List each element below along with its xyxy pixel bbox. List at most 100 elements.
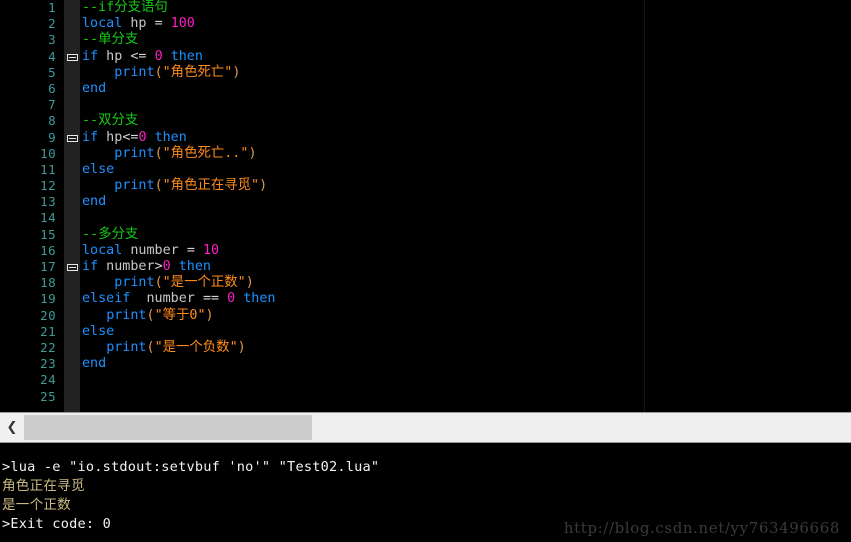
- code-line[interactable]: 22 print("是一个负数"): [0, 339, 644, 357]
- code-line[interactable]: 10 print("角色死亡.."): [0, 145, 644, 162]
- watermark-text: http://blog.csdn.net/yy763496668: [563, 519, 840, 537]
- code-line[interactable]: 1 --if分支语句: [0, 0, 644, 17]
- code-line[interactable]: 11 else: [0, 161, 644, 179]
- line-number: 7: [0, 97, 56, 114]
- code-token: "角色死亡..": [162, 145, 249, 161]
- code-token: hp: [98, 48, 131, 64]
- code-token: (: [146, 307, 155, 323]
- code-token: >: [154, 259, 163, 274]
- code-line[interactable]: 13 end: [0, 194, 644, 211]
- code-token: --单分支: [82, 32, 139, 48]
- code-token: 0: [227, 291, 236, 307]
- fold-column-cell: [64, 226, 80, 243]
- line-number: 22: [0, 339, 56, 357]
- scroll-left-arrow-icon[interactable]: ❮: [0, 413, 24, 442]
- code-line[interactable]: 19 elseif number == 0 then: [0, 291, 644, 308]
- scrollbar-thumb[interactable]: [24, 415, 312, 440]
- code-token: =: [186, 242, 203, 258]
- code-line[interactable]: 20 print("等于0"): [0, 307, 644, 324]
- line-number: 24: [0, 372, 56, 389]
- line-number: 12: [0, 178, 56, 195]
- fold-column-cell: [64, 372, 80, 389]
- fold-column-cell: [64, 194, 80, 211]
- code-line[interactable]: 16 local number = 10: [0, 242, 644, 259]
- code-line-text: print("角色死亡"): [82, 65, 240, 81]
- code-token: "角色死亡": [162, 64, 233, 80]
- fold-column-cell[interactable]: [64, 259, 80, 276]
- console-command-line: >lua -e "io.stdout:setvbuf 'no'" "Test02…: [2, 459, 380, 475]
- code-token: then: [170, 48, 203, 64]
- code-editor-surface[interactable]: 1 --if分支语句 2 local hp = 100 3 --单分支 4 if hp <= …: [0, 0, 645, 412]
- fold-collapse-icon[interactable]: [67, 264, 78, 271]
- code-token: number: [130, 291, 203, 307]
- code-line[interactable]: 8 --双分支: [0, 113, 644, 130]
- code-token: --if分支语句: [82, 0, 168, 15]
- code-line[interactable]: 6 end: [0, 80, 644, 98]
- fold-column-cell: [64, 16, 80, 33]
- code-editor-pane[interactable]: 1 --if分支语句 2 local hp = 100 3 --单分支 4 if hp <= …: [0, 0, 851, 412]
- line-number: 23: [0, 356, 56, 373]
- code-line[interactable]: 17 if number>0 then: [0, 259, 644, 276]
- line-number: 18: [0, 275, 56, 292]
- code-token: ): [245, 275, 254, 291]
- code-line-text: local hp = 100: [82, 16, 195, 32]
- code-token: hp: [122, 16, 155, 32]
- line-number: 3: [0, 32, 56, 49]
- line-number: 14: [0, 210, 56, 227]
- code-token: (: [154, 275, 163, 291]
- fold-collapse-icon[interactable]: [67, 53, 78, 61]
- code-line[interactable]: 7: [0, 97, 644, 114]
- fold-column-cell: [64, 388, 80, 405]
- output-console-pane[interactable]: >lua -e "io.stdout:setvbuf 'no'" "Test02…: [0, 443, 851, 542]
- code-line[interactable]: 12 print("角色正在寻觅"): [0, 178, 644, 195]
- code-token: =: [154, 16, 171, 32]
- code-token: then: [154, 129, 187, 145]
- code-token: if: [82, 48, 99, 64]
- code-line[interactable]: 14: [0, 210, 644, 227]
- code-token: 0: [162, 259, 171, 274]
- code-token: number: [122, 242, 187, 258]
- code-token: ==: [202, 291, 228, 307]
- code-token: number: [98, 259, 155, 274]
- horizontal-scrollbar[interactable]: ❮: [0, 412, 851, 443]
- fold-column-cell: [64, 307, 80, 324]
- code-token: (: [154, 64, 163, 80]
- code-line[interactable]: 24: [0, 372, 644, 389]
- code-token: "等于0": [154, 307, 206, 323]
- fold-column-cell: [64, 339, 80, 357]
- code-line[interactable]: 9 if hp<=0 then: [0, 129, 644, 146]
- code-line-text: --单分支: [82, 32, 138, 48]
- fold-column-cell[interactable]: [64, 129, 80, 146]
- line-number: 2: [0, 16, 56, 33]
- code-line-text: local number = 10: [82, 243, 219, 259]
- line-number: 9: [0, 129, 56, 146]
- code-token: --双分支: [82, 113, 139, 129]
- code-line[interactable]: 15 --多分支: [0, 226, 644, 243]
- code-line[interactable]: 5 print("角色死亡"): [0, 64, 644, 81]
- code-token: hp: [98, 129, 123, 145]
- code-line[interactable]: 3 --单分支: [0, 32, 644, 49]
- code-line-text: print("角色正在寻觅"): [82, 178, 267, 194]
- code-line[interactable]: 2 local hp = 100: [0, 16, 644, 33]
- code-line[interactable]: 4 if hp <= 0 then: [0, 48, 644, 65]
- fold-column-cell[interactable]: [64, 48, 80, 65]
- code-line[interactable]: 21 else: [0, 323, 644, 340]
- console-output-line: 角色正在寻觅: [2, 478, 85, 494]
- code-token: (: [154, 178, 163, 194]
- code-line-text: --多分支: [82, 227, 138, 243]
- code-line-list[interactable]: 1 --if分支语句 2 local hp = 100 3 --单分支 4 if hp <= …: [0, 0, 644, 405]
- code-line[interactable]: 18 print("是一个正数"): [0, 275, 644, 292]
- code-line[interactable]: 25: [0, 388, 644, 405]
- line-number: 21: [0, 323, 56, 340]
- line-number: 15: [0, 226, 56, 243]
- code-token: end: [82, 80, 107, 96]
- fold-column-cell: [64, 323, 80, 340]
- code-line[interactable]: 23 end: [0, 356, 644, 373]
- code-token: (: [154, 145, 163, 161]
- fold-collapse-icon[interactable]: [67, 134, 78, 142]
- code-token: print: [106, 339, 147, 355]
